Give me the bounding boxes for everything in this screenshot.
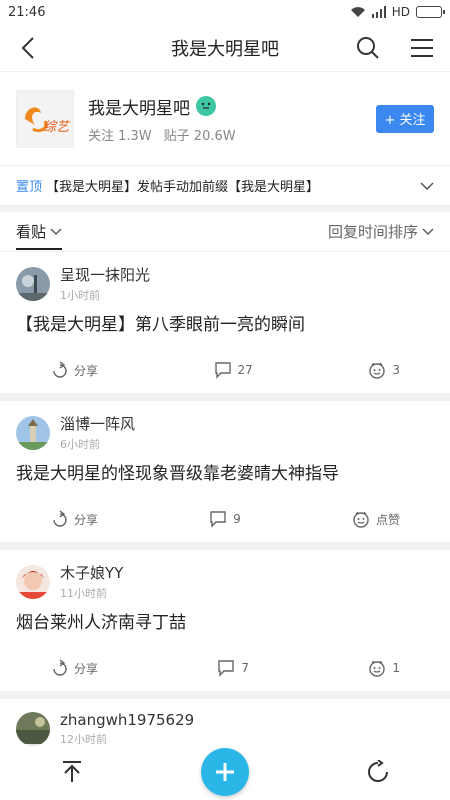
post-divider <box>0 691 450 699</box>
arrow-up-icon <box>62 761 81 782</box>
avatar[interactable] <box>16 266 50 301</box>
forum-header: 综艺 我是大明星吧 关注 1.3W 贴子 20.6W + 关注 <box>0 72 450 166</box>
bottom-bar <box>0 744 450 800</box>
sort-bar: 看贴 回复时间排序 <box>0 212 450 252</box>
follow-button[interactable]: + 关注 <box>376 104 434 133</box>
post-divider <box>0 542 450 550</box>
post-item[interactable]: 淄博一阵风 6小时前 我是大明星的怪现象晋级靠老婆晴大神指导 分享 9 点赞 <box>0 401 450 542</box>
forum-logo: 综艺 <box>16 89 74 148</box>
comment-icon <box>218 660 235 677</box>
pinned-text: 【我是大明星】发帖手动加前缀【我是大明星】 <box>46 180 320 195</box>
post-item[interactable]: zhangwh1975629 12小时前 <box>0 699 450 747</box>
like-button[interactable]: 1 <box>368 659 400 677</box>
svg-text:综艺: 综艺 <box>43 119 71 134</box>
comment-count: 7 <box>241 661 249 675</box>
like-face-icon <box>369 362 386 379</box>
sort-order-dropdown[interactable]: 回复时间排序 <box>328 221 434 242</box>
avatar[interactable] <box>16 712 50 746</box>
wifi-icon <box>350 7 365 17</box>
scroll-top-button[interactable] <box>58 758 86 786</box>
hd-indicator: HD <box>391 5 410 19</box>
comment-button[interactable]: 27 <box>214 361 253 379</box>
level-face-icon <box>196 96 216 116</box>
post-time: 1小时前 <box>60 289 100 302</box>
post-title[interactable]: 【我是大明星】第八季眼前一亮的瞬间 <box>16 313 434 337</box>
post-item[interactable]: 呈现一抹阳光 1小时前 【我是大明星】第八季眼前一亮的瞬间 分享 27 3 <box>0 252 450 393</box>
comment-count: 27 <box>237 363 253 377</box>
new-post-button[interactable] <box>200 748 249 796</box>
battery-icon <box>416 6 445 18</box>
like-button[interactable]: 3 <box>368 361 400 379</box>
view-posts-tab[interactable]: 看贴 <box>16 221 63 250</box>
back-arrow-icon <box>21 36 34 59</box>
share-button[interactable]: 分享 <box>50 510 98 528</box>
share-icon <box>53 510 67 527</box>
search-icon <box>357 36 379 59</box>
comment-icon <box>210 511 226 528</box>
share-label: 分享 <box>74 363 99 378</box>
share-button[interactable]: 分享 <box>50 361 98 379</box>
like-count: 点赞 <box>375 512 400 527</box>
share-icon <box>53 361 67 378</box>
post-divider <box>0 393 450 401</box>
forum-name: 我是大明星吧 <box>88 98 190 119</box>
post-author[interactable]: 木子娘YY <box>60 562 123 583</box>
post-time: 6小时前 <box>60 438 100 451</box>
post-time: 11小时前 <box>60 587 107 600</box>
like-button[interactable]: 点赞 <box>352 510 400 528</box>
pinned-notice[interactable]: 置顶 【我是大明星】发帖手动加前缀【我是大明星】 <box>0 166 450 206</box>
post-author[interactable]: 呈现一抹阳光 <box>60 264 150 285</box>
plus-icon <box>215 763 234 781</box>
share-button[interactable]: 分享 <box>50 659 98 677</box>
search-button[interactable] <box>354 34 382 62</box>
post-author[interactable]: zhangwh1975629 <box>60 711 194 729</box>
like-face-icon <box>353 511 369 528</box>
share-label: 分享 <box>74 512 99 527</box>
chevron-down-icon <box>50 228 62 235</box>
refresh-button[interactable] <box>364 758 392 786</box>
avatar[interactable] <box>16 415 50 450</box>
comment-button[interactable]: 7 <box>217 659 249 677</box>
sort-order-label: 回复时间排序 <box>327 223 418 241</box>
refresh-icon <box>368 760 389 782</box>
pin-tag: 置顶 <box>16 180 43 195</box>
comment-count: 9 <box>233 512 241 526</box>
post-title[interactable]: 烟台莱州人济南寻丁喆 <box>16 611 434 635</box>
follow-button-label: + 关注 <box>384 113 426 128</box>
like-face-icon <box>369 660 386 677</box>
post-title[interactable]: 我是大明星的怪现象晋级靠老婆晴大神指导 <box>16 462 434 486</box>
signal-icon <box>371 6 386 18</box>
status-time: 21:46 <box>8 4 46 20</box>
share-label: 分享 <box>74 661 99 676</box>
status-icons: HD <box>350 5 445 19</box>
status-bar: 21:46 HD <box>0 0 450 24</box>
menu-button[interactable] <box>408 34 436 62</box>
comment-icon <box>214 362 231 379</box>
like-count: 3 <box>392 363 400 377</box>
avatar[interactable] <box>16 564 50 599</box>
post-author[interactable]: 淄博一阵风 <box>60 413 135 434</box>
variety-logo-icon: 综艺 <box>25 106 71 134</box>
followers-count: 关注 1.3W <box>88 128 152 144</box>
like-count: 1 <box>392 661 400 675</box>
chevron-down-icon <box>422 228 434 235</box>
nav-bar: 我是大明星吧 <box>0 24 450 72</box>
menu-icon <box>411 38 433 57</box>
share-icon <box>53 659 67 676</box>
comment-button[interactable]: 9 <box>209 510 241 528</box>
view-posts-label: 看贴 <box>16 223 47 241</box>
back-button[interactable] <box>14 34 42 62</box>
chevron-down-icon[interactable] <box>420 181 434 190</box>
post-item[interactable]: 木子娘YY 11小时前 烟台莱州人济南寻丁喆 分享 7 1 <box>0 550 450 691</box>
posts-count: 贴子 20.6W <box>163 128 236 144</box>
